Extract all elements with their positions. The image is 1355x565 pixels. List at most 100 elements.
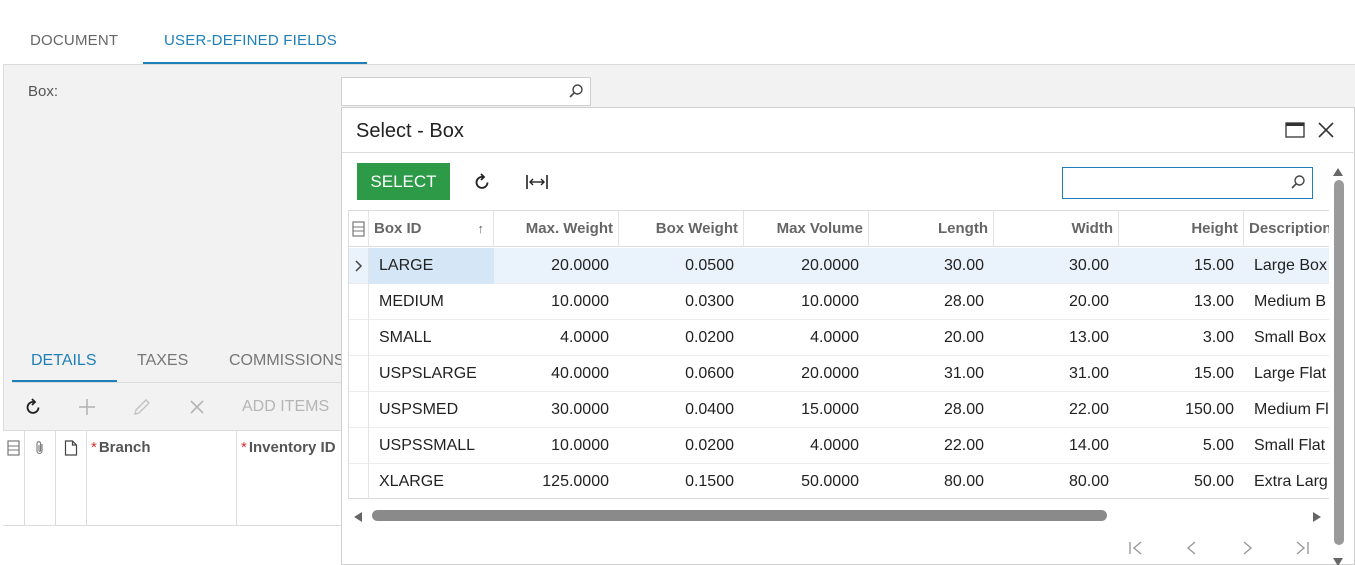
table-cell[interactable]: 10.0000 xyxy=(744,284,869,320)
select-button[interactable]: SELECT xyxy=(357,163,450,200)
table-cell[interactable]: 20.0000 xyxy=(744,356,869,392)
table-row[interactable]: USPSMED 30.0000 0.0400 15.0000 28.00 22.00 150… xyxy=(349,392,1329,428)
column-header-height[interactable]: Height xyxy=(1119,211,1244,247)
column-header-width[interactable]: Width xyxy=(994,211,1119,247)
tab-commissions[interactable]: COMMISSIONS xyxy=(229,352,345,370)
dialog-search-input[interactable] xyxy=(1069,173,1279,193)
table-cell[interactable]: 30.00 xyxy=(869,248,994,284)
table-row[interactable]: USPSSMALL 10.0000 0.0200 4.0000 22.00 14.00 5.… xyxy=(349,428,1329,464)
table-cell[interactable]: 50.0000 xyxy=(744,464,869,498)
table-cell[interactable]: Medium Fl xyxy=(1244,392,1329,428)
table-cell[interactable]: USPSMED xyxy=(369,392,494,428)
attachment-icon[interactable] xyxy=(33,440,46,459)
table-cell[interactable]: 150.00 xyxy=(1119,392,1244,428)
refresh-icon[interactable] xyxy=(469,169,495,195)
close-icon[interactable] xyxy=(1317,121,1335,139)
table-cell[interactable]: 0.0300 xyxy=(619,284,744,320)
table-cell[interactable]: SMALL xyxy=(369,320,494,356)
table-cell[interactable]: 10.0000 xyxy=(494,284,619,320)
table-cell[interactable]: XLARGE xyxy=(369,464,494,498)
column-header-box-id[interactable]: Box ID ↑ xyxy=(369,211,494,247)
column-header-branch[interactable]: * Branch xyxy=(91,439,151,456)
table-cell[interactable]: 0.0200 xyxy=(619,428,744,464)
grid-settings-icon[interactable] xyxy=(352,221,365,237)
scroll-up-arrow-icon[interactable] xyxy=(1332,164,1344,180)
table-cell[interactable]: MEDIUM xyxy=(369,284,494,320)
column-header-inventory-id[interactable]: * Inventory ID xyxy=(241,439,336,456)
add-row-icon[interactable] xyxy=(76,396,98,418)
maximize-icon[interactable] xyxy=(1285,122,1305,138)
table-cell[interactable]: Large Box xyxy=(1244,248,1329,284)
table-cell[interactable]: 125.0000 xyxy=(494,464,619,498)
table-cell[interactable]: Small Flat xyxy=(1244,428,1329,464)
table-cell[interactable]: 5.00 xyxy=(1119,428,1244,464)
table-cell[interactable]: 0.1500 xyxy=(619,464,744,498)
table-cell[interactable]: Medium B xyxy=(1244,284,1329,320)
scroll-left-arrow-icon[interactable] xyxy=(353,510,363,526)
table-cell[interactable]: 14.00 xyxy=(994,428,1119,464)
tab-user-defined-fields[interactable]: USER-DEFINED FIELDS xyxy=(164,32,337,49)
previous-page-icon[interactable] xyxy=(1181,538,1203,558)
first-page-icon[interactable] xyxy=(1125,538,1147,558)
row-selector[interactable] xyxy=(349,428,369,464)
table-cell[interactable]: 40.0000 xyxy=(494,356,619,392)
column-header-box-weight[interactable]: Box Weight xyxy=(619,211,744,247)
refresh-icon[interactable] xyxy=(22,396,44,418)
row-selector[interactable] xyxy=(349,284,369,320)
table-cell[interactable]: 80.00 xyxy=(994,464,1119,498)
add-items-button[interactable]: ADD ITEMS xyxy=(242,398,329,416)
vertical-scrollbar-thumb[interactable] xyxy=(1334,180,1344,545)
table-cell[interactable]: 28.00 xyxy=(869,392,994,428)
search-icon[interactable] xyxy=(1290,174,1306,193)
table-cell[interactable]: 80.00 xyxy=(869,464,994,498)
dialog-search-field[interactable] xyxy=(1062,167,1313,199)
last-page-icon[interactable] xyxy=(1291,538,1313,558)
table-row[interactable]: LARGE 20.0000 0.0500 20.0000 30.00 30.00 15.00… xyxy=(349,248,1329,284)
table-cell[interactable]: 31.00 xyxy=(994,356,1119,392)
search-icon[interactable] xyxy=(568,83,584,102)
column-header-max-volume[interactable]: Max Volume xyxy=(744,211,869,247)
column-header-max-weight[interactable]: Max. Weight xyxy=(494,211,619,247)
table-cell[interactable]: 22.00 xyxy=(994,392,1119,428)
document-icon[interactable] xyxy=(64,440,78,459)
table-cell[interactable]: 20.0000 xyxy=(744,248,869,284)
column-header-description[interactable]: Description xyxy=(1244,211,1329,247)
table-cell[interactable]: 15.00 xyxy=(1119,356,1244,392)
table-cell[interactable]: 13.00 xyxy=(1119,284,1244,320)
table-cell[interactable]: 4.0000 xyxy=(494,320,619,356)
table-cell[interactable]: 0.0400 xyxy=(619,392,744,428)
scroll-down-arrow-icon[interactable] xyxy=(1332,554,1344,565)
row-selector[interactable] xyxy=(349,320,369,356)
table-cell[interactable]: 4.0000 xyxy=(744,428,869,464)
table-cell[interactable]: 15.00 xyxy=(1119,248,1244,284)
fit-columns-icon[interactable] xyxy=(524,169,550,195)
table-cell[interactable]: 4.0000 xyxy=(744,320,869,356)
tab-taxes[interactable]: TAXES xyxy=(137,352,188,370)
table-cell[interactable]: 3.00 xyxy=(1119,320,1244,356)
scroll-right-arrow-icon[interactable] xyxy=(1312,510,1322,526)
edit-icon[interactable] xyxy=(131,396,153,418)
table-row[interactable]: MEDIUM 10.0000 0.0300 10.0000 28.00 20.00 13.0… xyxy=(349,284,1329,320)
table-row[interactable]: USPSLARGE 40.0000 0.0600 20.0000 31.00 31.00 1… xyxy=(349,356,1329,392)
table-cell[interactable]: 0.0500 xyxy=(619,248,744,284)
table-cell[interactable]: Small Box xyxy=(1244,320,1329,356)
table-cell[interactable]: LARGE xyxy=(369,248,494,284)
table-cell[interactable]: 30.0000 xyxy=(494,392,619,428)
table-cell[interactable]: Extra Larg xyxy=(1244,464,1329,498)
table-cell[interactable]: USPSSMALL xyxy=(369,428,494,464)
table-row[interactable]: SMALL 4.0000 0.0200 4.0000 20.00 13.00 3.00 Sma… xyxy=(349,320,1329,356)
table-cell[interactable]: 0.0600 xyxy=(619,356,744,392)
table-cell[interactable]: 20.0000 xyxy=(494,248,619,284)
table-cell[interactable]: 10.0000 xyxy=(494,428,619,464)
table-cell[interactable]: Large Flat xyxy=(1244,356,1329,392)
row-selector[interactable] xyxy=(349,356,369,392)
row-selector-icon[interactable] xyxy=(7,440,20,459)
tab-document[interactable]: DOCUMENT xyxy=(30,32,118,49)
table-cell[interactable]: USPSLARGE xyxy=(369,356,494,392)
table-cell[interactable]: 20.00 xyxy=(994,284,1119,320)
row-selector[interactable] xyxy=(349,392,369,428)
box-selector-input[interactable] xyxy=(341,77,591,106)
table-cell[interactable]: 30.00 xyxy=(994,248,1119,284)
table-cell[interactable]: 13.00 xyxy=(994,320,1119,356)
row-selector[interactable] xyxy=(349,248,369,284)
